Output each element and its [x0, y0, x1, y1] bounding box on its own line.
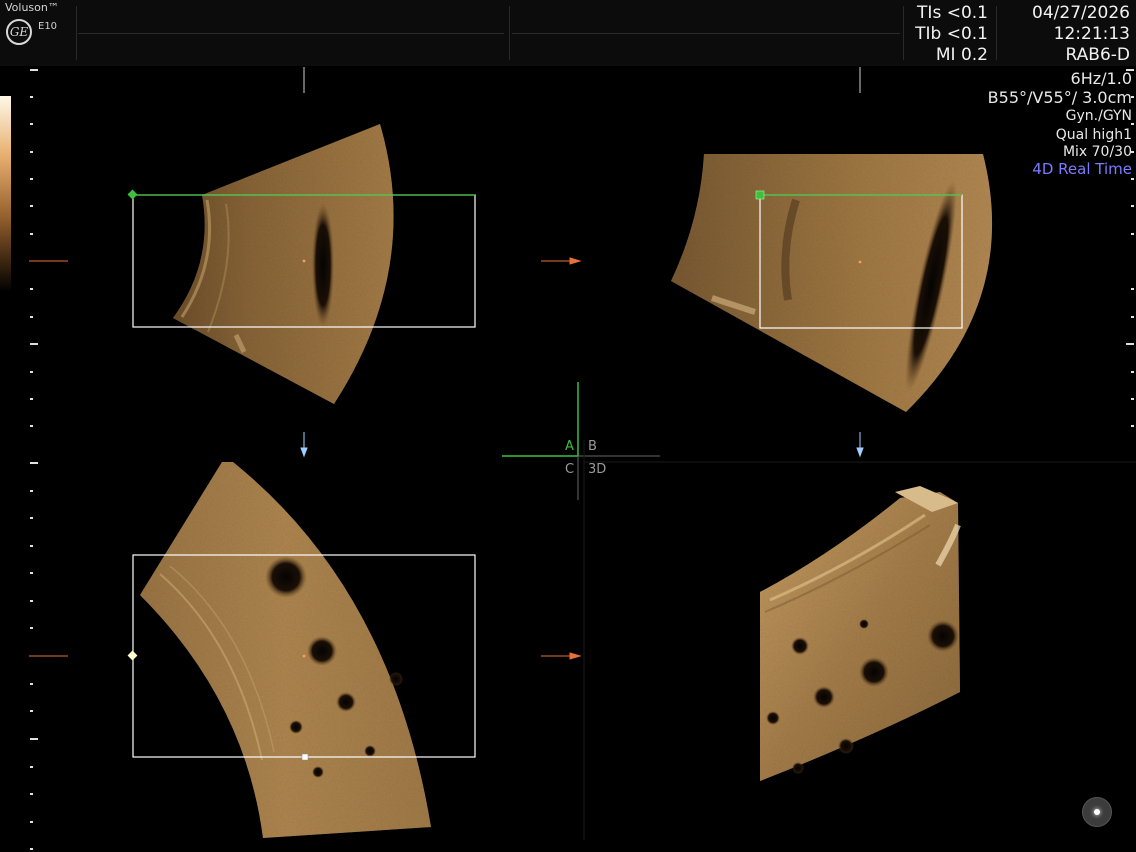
roi-handle-c-bottom[interactable]: [301, 753, 309, 761]
ref-point-c: [302, 654, 306, 658]
scan-area[interactable]: [0, 0, 1136, 852]
roi-handle-c-left[interactable]: [127, 650, 138, 661]
orientation-arrow-icon: [541, 652, 582, 660]
ref-point-a: [302, 259, 306, 263]
quadrant-c-image[interactable]: [140, 462, 431, 838]
quadrant-b-image[interactable]: [671, 154, 993, 412]
param-mode[interactable]: 4D Real Time: [1032, 160, 1132, 179]
down-arrow-icon: [300, 432, 308, 458]
quad-label-c[interactable]: C: [565, 463, 574, 477]
param-application: Gyn./GYN: [1065, 108, 1132, 124]
quadrant-a-image[interactable]: [173, 124, 394, 404]
param-sweep-angle: B55°/V55°/ 3.0cm: [987, 88, 1132, 107]
orientation-arrow-icon: [541, 257, 582, 265]
depth-scale-left: [30, 69, 38, 850]
roi-handle-b[interactable]: [755, 190, 765, 200]
ref-point-b: [858, 260, 862, 264]
param-frame-rate: 6Hz/1.0: [1070, 69, 1132, 88]
quad-label-b[interactable]: B: [588, 440, 597, 454]
volume-render-3d[interactable]: [760, 486, 961, 781]
probe-indicator-icon[interactable]: [1082, 797, 1112, 827]
quad-label-a[interactable]: A: [565, 440, 574, 454]
quad-label-3d[interactable]: 3D: [588, 463, 606, 477]
roi-handle-a[interactable]: [127, 189, 138, 200]
gray-scale-bar: [0, 96, 11, 292]
down-arrow-icon: [856, 432, 864, 458]
